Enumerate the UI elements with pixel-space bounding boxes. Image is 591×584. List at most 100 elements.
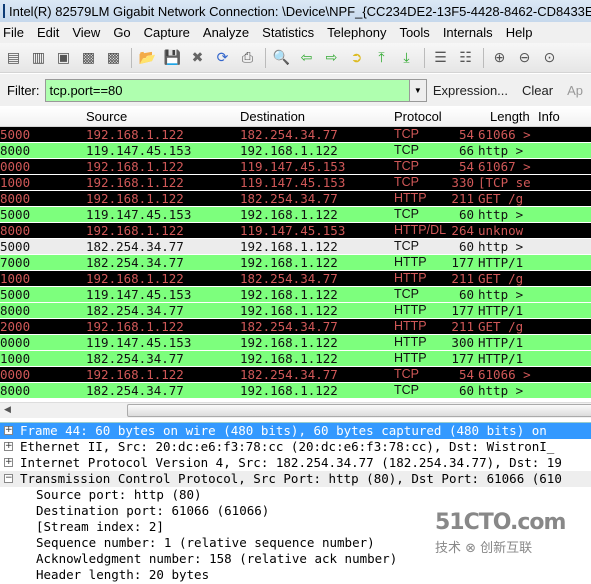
column-source[interactable]: Source bbox=[86, 109, 127, 124]
filter-input[interactable]: tcp.port==80 ▼ bbox=[44, 78, 427, 102]
packet-row[interactable]: 7000 182.254.34.77 192.168.1.122 HTTP 177 HTT… bbox=[0, 255, 591, 271]
start-icon[interactable]: ▣ bbox=[54, 48, 73, 67]
menu-telephony[interactable]: Telephony bbox=[327, 25, 386, 40]
packet-src: 182.254.34.77 bbox=[86, 351, 184, 366]
packet-len: 60 bbox=[458, 239, 474, 254]
packet-row[interactable]: 0000 192.168.1.122 182.254.34.77 TCP 54 61066… bbox=[0, 367, 591, 383]
packet-row[interactable]: 8000 182.254.34.77 192.168.1.122 HTTP 177 HTT… bbox=[0, 303, 591, 319]
back-icon[interactable]: ⇦ bbox=[297, 48, 316, 67]
collapse-icon[interactable]: − bbox=[4, 474, 13, 483]
column-destination[interactable]: Destination bbox=[240, 109, 305, 124]
packet-len: 60 bbox=[458, 287, 474, 302]
first-icon[interactable]: ⤒ bbox=[372, 48, 391, 67]
options-icon[interactable]: ▥ bbox=[29, 48, 48, 67]
zoom-out-icon[interactable]: ⊖ bbox=[515, 48, 534, 67]
column-protocol[interactable]: Protocol bbox=[394, 109, 442, 124]
expand-icon[interactable]: + bbox=[4, 442, 13, 451]
packet-time: 0000 bbox=[0, 335, 31, 350]
packet-len: 60 bbox=[458, 207, 474, 222]
packet-len: 177 bbox=[451, 303, 474, 318]
zoom-in-icon[interactable]: ⊕ bbox=[490, 48, 509, 67]
menu-statistics[interactable]: Statistics bbox=[262, 25, 314, 40]
apply-button[interactable]: Ap bbox=[567, 83, 583, 98]
packet-row[interactable]: 8000 192.168.1.122 119.147.45.153 HTTP/DL 26… bbox=[0, 223, 591, 239]
packet-dst: 182.254.34.77 bbox=[240, 191, 338, 206]
packet-time: 1000 bbox=[0, 351, 31, 366]
packet-row[interactable]: 0000 192.168.1.122 119.147.45.153 TCP 54 6106… bbox=[0, 159, 591, 175]
clear-button[interactable]: Clear bbox=[522, 83, 553, 98]
toolbar-separator bbox=[265, 47, 266, 68]
close-icon[interactable]: ✖ bbox=[188, 48, 207, 67]
open-icon[interactable]: 📂 bbox=[138, 48, 157, 67]
packet-info: HTTP/1 bbox=[478, 351, 524, 366]
print-icon[interactable]: ⎙ bbox=[238, 48, 257, 67]
filter-value: tcp.port==80 bbox=[49, 82, 123, 98]
restart-icon[interactable]: ▩ bbox=[104, 48, 123, 67]
detail-line[interactable]: Source port: http (80) bbox=[0, 487, 591, 503]
packet-row[interactable]: 5000 182.254.34.77 192.168.1.122 TCP 60 http … bbox=[0, 239, 591, 255]
interfaces-icon[interactable]: ▤ bbox=[4, 48, 23, 67]
menu-internals[interactable]: Internals bbox=[443, 25, 493, 40]
detail-text: Destination port: 61066 (61066) bbox=[36, 503, 270, 518]
packet-time: 8000 bbox=[0, 191, 31, 206]
menu-help[interactable]: Help bbox=[506, 25, 533, 40]
packet-row[interactable]: 5000 119.147.45.153 192.168.1.122 TCP 60 http… bbox=[0, 287, 591, 303]
packet-info: http > bbox=[478, 287, 524, 302]
packet-row[interactable]: 0000 119.147.45.153 192.168.1.122 HTTP 300 HT… bbox=[0, 335, 591, 351]
expand-icon[interactable]: + bbox=[4, 458, 13, 467]
packet-proto: TCP bbox=[394, 127, 419, 141]
scrollbar-thumb[interactable] bbox=[127, 404, 591, 417]
horizontal-scrollbar[interactable]: ◀ bbox=[0, 402, 591, 418]
menu-tools[interactable]: Tools bbox=[399, 25, 429, 40]
expression-button[interactable]: Expression... bbox=[433, 83, 508, 98]
packet-proto: TCP bbox=[394, 367, 419, 381]
column-info[interactable]: Info bbox=[538, 109, 560, 124]
colorize-icon[interactable]: ☰ bbox=[431, 48, 450, 67]
detail-line[interactable]: + Frame 44: 60 bytes on wire (480 bits), … bbox=[0, 423, 591, 439]
detail-line[interactable]: − Transmission Control Protocol, Src Port… bbox=[0, 471, 591, 487]
packet-time: 5000 bbox=[0, 207, 31, 222]
packet-row[interactable]: 5000 119.147.45.153 192.168.1.122 TCP 60 http… bbox=[0, 207, 591, 223]
last-icon[interactable]: ⤓ bbox=[397, 48, 416, 67]
packet-time: 1000 bbox=[0, 175, 31, 190]
autoscroll-icon[interactable]: ☷ bbox=[456, 48, 475, 67]
goto-icon[interactable]: ➲ bbox=[347, 48, 366, 67]
packet-dst: 192.168.1.122 bbox=[240, 255, 338, 270]
stop-icon[interactable]: ▩ bbox=[79, 48, 98, 67]
column-length[interactable]: Length bbox=[490, 109, 530, 124]
detail-line[interactable]: + Ethernet II, Src: 20:dc:e6:f3:78:cc (20… bbox=[0, 439, 591, 455]
menu-view[interactable]: View bbox=[72, 25, 100, 40]
menu-file[interactable]: File bbox=[3, 25, 24, 40]
detail-text: Ethernet II, Src: 20:dc:e6:f3:78:cc (20:… bbox=[20, 439, 555, 454]
packet-row[interactable]: 5000 192.168.1.122 182.254.34.77 TCP 54 61066… bbox=[0, 127, 591, 143]
find-icon[interactable]: 🔍 bbox=[272, 48, 291, 67]
toolbar-separator bbox=[483, 47, 484, 68]
menu-edit[interactable]: Edit bbox=[37, 25, 59, 40]
packet-len: 211 bbox=[451, 191, 474, 206]
packet-src: 119.147.45.153 bbox=[86, 207, 192, 222]
packet-row[interactable]: 1000 192.168.1.122 182.254.34.77 HTTP 211 GET… bbox=[0, 271, 591, 287]
menu-go[interactable]: Go bbox=[113, 25, 130, 40]
packet-row[interactable]: 1000 182.254.34.77 192.168.1.122 HTTP 177 HTT… bbox=[0, 351, 591, 367]
scroll-left-icon[interactable]: ◀ bbox=[4, 404, 11, 415]
packet-info: GET /g bbox=[478, 271, 524, 286]
filter-dropdown-button[interactable]: ▼ bbox=[408, 79, 426, 101]
packet-row[interactable]: 1000 192.168.1.122 119.147.45.153 TCP 330 [TC… bbox=[0, 175, 591, 191]
packet-row[interactable]: 8000 119.147.45.153 192.168.1.122 TCP 66 http… bbox=[0, 143, 591, 159]
packet-src: 192.168.1.122 bbox=[86, 191, 184, 206]
packet-list-header: Source Destination Protocol Length Info bbox=[0, 107, 591, 127]
menu-capture[interactable]: Capture bbox=[144, 25, 190, 40]
packet-row[interactable]: 8000 192.168.1.122 182.254.34.77 HTTP 211 GET… bbox=[0, 191, 591, 207]
main-toolbar: ▤ ▥ ▣ ▩ ▩ 📂 💾 ✖ ⟳ ⎙ 🔍 ⇦ ⇨ ➲ ⤒ ⤓ ☰ ☷ ⊕ ⊖ ⊙ bbox=[0, 43, 591, 73]
zoom-normal-icon[interactable]: ⊙ bbox=[540, 48, 559, 67]
reload-icon[interactable]: ⟳ bbox=[213, 48, 232, 67]
save-icon[interactable]: 💾 bbox=[163, 48, 182, 67]
packet-row[interactable]: 2000 192.168.1.122 182.254.34.77 HTTP 211 GET… bbox=[0, 319, 591, 335]
menu-analyze[interactable]: Analyze bbox=[203, 25, 249, 40]
detail-line[interactable]: Header length: 20 bytes bbox=[0, 567, 591, 583]
packet-row[interactable]: 8000 182.254.34.77 192.168.1.122 TCP 60 http … bbox=[0, 383, 591, 399]
forward-icon[interactable]: ⇨ bbox=[322, 48, 341, 67]
expand-icon[interactable]: + bbox=[4, 426, 13, 435]
detail-line[interactable]: + Internet Protocol Version 4, Src: 182.2… bbox=[0, 455, 591, 471]
detail-text: Header length: 20 bytes bbox=[36, 567, 210, 582]
